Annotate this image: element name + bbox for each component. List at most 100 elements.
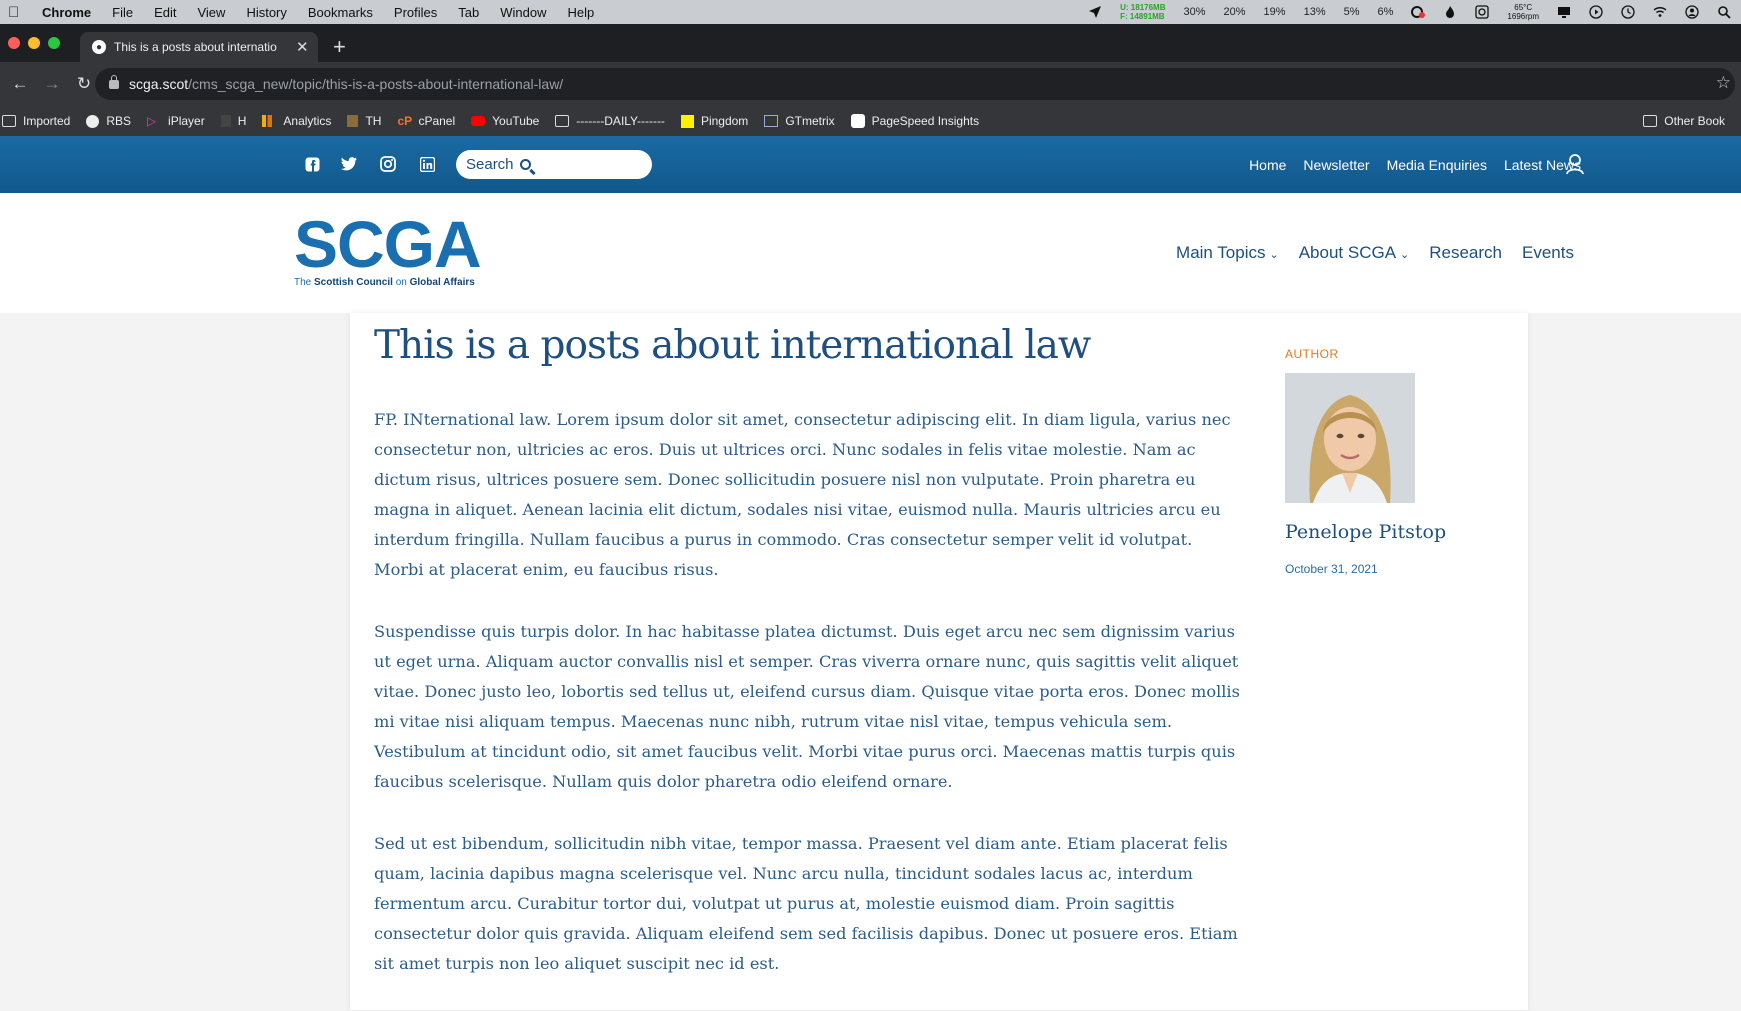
window-minimize-button[interactable] [28, 37, 40, 49]
nav-home-link[interactable]: Home [1249, 157, 1286, 173]
twitter-icon[interactable] [340, 155, 358, 173]
bookmark-imported[interactable]: Imported [2, 114, 70, 128]
cpu-stat-1[interactable]: 30% [1183, 6, 1205, 18]
menu-chrome[interactable]: Chrome [42, 5, 91, 20]
bookmark-rbs[interactable]: RBS [86, 114, 131, 128]
scga-logo[interactable]: SCGA The Scottish Council on Global Affa… [294, 211, 514, 288]
gtmetrix-icon [764, 115, 779, 127]
post-date: October 31, 2021 [1285, 562, 1378, 576]
bookmark-h[interactable]: H [220, 114, 246, 128]
bookmark-iplayer[interactable]: ▷ iPlayer [147, 114, 205, 128]
post-body: FP. INternational law. Lorem ipsum dolor… [374, 405, 1244, 1011]
account-user-icon[interactable] [1565, 153, 1585, 175]
address-bar[interactable]: scga.scot/cms_scga_new/topic/this-is-a-p… [95, 68, 1735, 100]
bookmark-gtmetrix[interactable]: GTmetrix [764, 114, 835, 128]
post-title: This is a posts about international law [374, 323, 1091, 368]
bookmarks-bar: Imported RBS ▷ iPlayer H Analytics TH cP c… [0, 106, 1741, 136]
author-name-link[interactable]: Penelope Pitstop [1285, 521, 1446, 543]
browser-tab-strip: ● This is a posts about internatio ✕ + [0, 24, 1741, 62]
temperature-monitor[interactable]: 65°C 1696rpm [1507, 3, 1539, 21]
play-icon[interactable] [1589, 5, 1603, 19]
nav-about-scga[interactable]: About SCGA ⌄ [1299, 243, 1410, 263]
url-path: /cms_scga_new/topic/this-is-a-posts-abou… [188, 76, 564, 92]
linkedin-icon[interactable] [418, 155, 436, 173]
forward-arrow-icon[interactable]: → [40, 74, 64, 94]
bookmark-daily-folder[interactable]: -------DAILY------- [555, 114, 665, 128]
nav-events[interactable]: Events [1522, 243, 1574, 263]
logo-tag-mid: on [395, 277, 407, 288]
browser-toolbar: ← → ↻ scga.scot/cms_scga_new/topic/this-… [0, 62, 1741, 106]
menu-bookmarks[interactable]: Bookmarks [308, 5, 373, 20]
bookmark-label: PageSpeed Insights [871, 114, 980, 128]
cpu-stat-2[interactable]: 20% [1224, 6, 1246, 18]
window-close-button[interactable] [8, 37, 20, 49]
location-arrow-icon[interactable] [1088, 5, 1102, 19]
site-search-box[interactable]: Search [456, 150, 652, 179]
instagram-icon[interactable] [379, 155, 397, 173]
tab-close-icon[interactable]: ✕ [296, 38, 309, 56]
memory-monitor[interactable]: U: 18176MB F: 14891MB [1120, 3, 1165, 21]
author-photo[interactable] [1285, 373, 1415, 503]
nav-research[interactable]: Research [1429, 243, 1502, 263]
cpanel-icon: cP [397, 114, 413, 128]
wifi-icon[interactable] [1653, 5, 1667, 19]
cpu-stat-6[interactable]: 6% [1378, 6, 1394, 18]
bookmark-label: cPanel [418, 114, 456, 128]
url-host: scga.scot [129, 76, 189, 92]
bookmark-cpanel[interactable]: cP cPanel [397, 114, 455, 128]
bookmark-other-folder[interactable]: Other Book [1643, 106, 1725, 136]
time-machine-icon[interactable] [1621, 5, 1635, 19]
folder-icon [1643, 115, 1658, 127]
spotlight-search-icon[interactable] [1717, 5, 1731, 19]
bookmark-th[interactable]: TH [347, 114, 381, 128]
menu-history[interactable]: History [246, 5, 286, 20]
pagespeed-icon [850, 114, 865, 128]
status-area: U: 18176MB F: 14891MB 30% 20% 19% 13% 5%… [1088, 0, 1731, 24]
flame-icon[interactable] [1443, 5, 1457, 19]
bookmark-youtube[interactable]: YouTube [471, 114, 539, 128]
cpu-stat-3[interactable]: 19% [1264, 6, 1286, 18]
cpu-stat-4[interactable]: 13% [1304, 6, 1326, 18]
window-zoom-button[interactable] [48, 37, 60, 49]
cpu-stat-5[interactable]: 5% [1344, 6, 1360, 18]
nav-newsletter-link[interactable]: Newsletter [1303, 157, 1369, 173]
bookmark-star-icon[interactable]: ☆ [1716, 73, 1731, 93]
menu-file[interactable]: File [112, 5, 133, 20]
nav-media-enquiries-link[interactable]: Media Enquiries [1387, 157, 1487, 173]
menu-help[interactable]: Help [568, 5, 595, 20]
bookmark-analytics[interactable]: Analytics [262, 114, 331, 128]
bookmark-pingdom[interactable]: Pingdom [680, 114, 748, 128]
memory-free: F: 14891MB [1120, 12, 1165, 21]
nav-main-topics-label: Main Topics [1176, 243, 1266, 262]
menu-edit[interactable]: Edit [154, 5, 176, 20]
menu-window[interactable]: Window [500, 5, 546, 20]
facebook-icon[interactable] [303, 155, 321, 173]
post-paragraph-1: FP. INternational law. Lorem ipsum dolor… [374, 410, 1231, 579]
chevron-down-icon: ⌄ [1269, 249, 1279, 261]
lock-icon[interactable] [109, 74, 119, 89]
menu-profiles[interactable]: Profiles [394, 5, 437, 20]
folder-icon [555, 115, 570, 127]
pingdom-icon [680, 114, 694, 128]
site-utility-bar: Search Home Newsletter Media Enquiries L… [0, 136, 1741, 193]
user-account-icon[interactable] [1685, 5, 1699, 19]
browser-tab-active[interactable]: ● This is a posts about internatio ✕ [80, 32, 318, 62]
search-icon[interactable] [519, 159, 531, 170]
menu-view[interactable]: View [197, 5, 225, 20]
reload-icon[interactable]: ↻ [72, 74, 96, 94]
display-icon[interactable] [1557, 5, 1571, 19]
nav-main-topics[interactable]: Main Topics ⌄ [1176, 243, 1279, 263]
tab-title: This is a posts about internatio [114, 40, 277, 54]
main-navigation: Main Topics ⌄ About SCGA ⌄ Research Events [1176, 193, 1574, 313]
menu-tab[interactable]: Tab [458, 5, 479, 20]
analytics-icon [262, 115, 277, 127]
rbs-icon [86, 114, 100, 128]
post-paragraph-2: Suspendisse quis turpis dolor. In hac ha… [374, 622, 1240, 791]
creative-cloud-icon[interactable] [1411, 5, 1426, 19]
fan-icon[interactable] [1475, 5, 1490, 19]
back-arrow-icon[interactable]: ← [8, 74, 32, 94]
apple-icon[interactable]:  [8, 4, 24, 21]
new-tab-button[interactable]: + [333, 34, 346, 60]
bookmark-pagespeed[interactable]: PageSpeed Insights [850, 114, 980, 128]
post-content-card: This is a posts about international law … [350, 313, 1528, 1010]
